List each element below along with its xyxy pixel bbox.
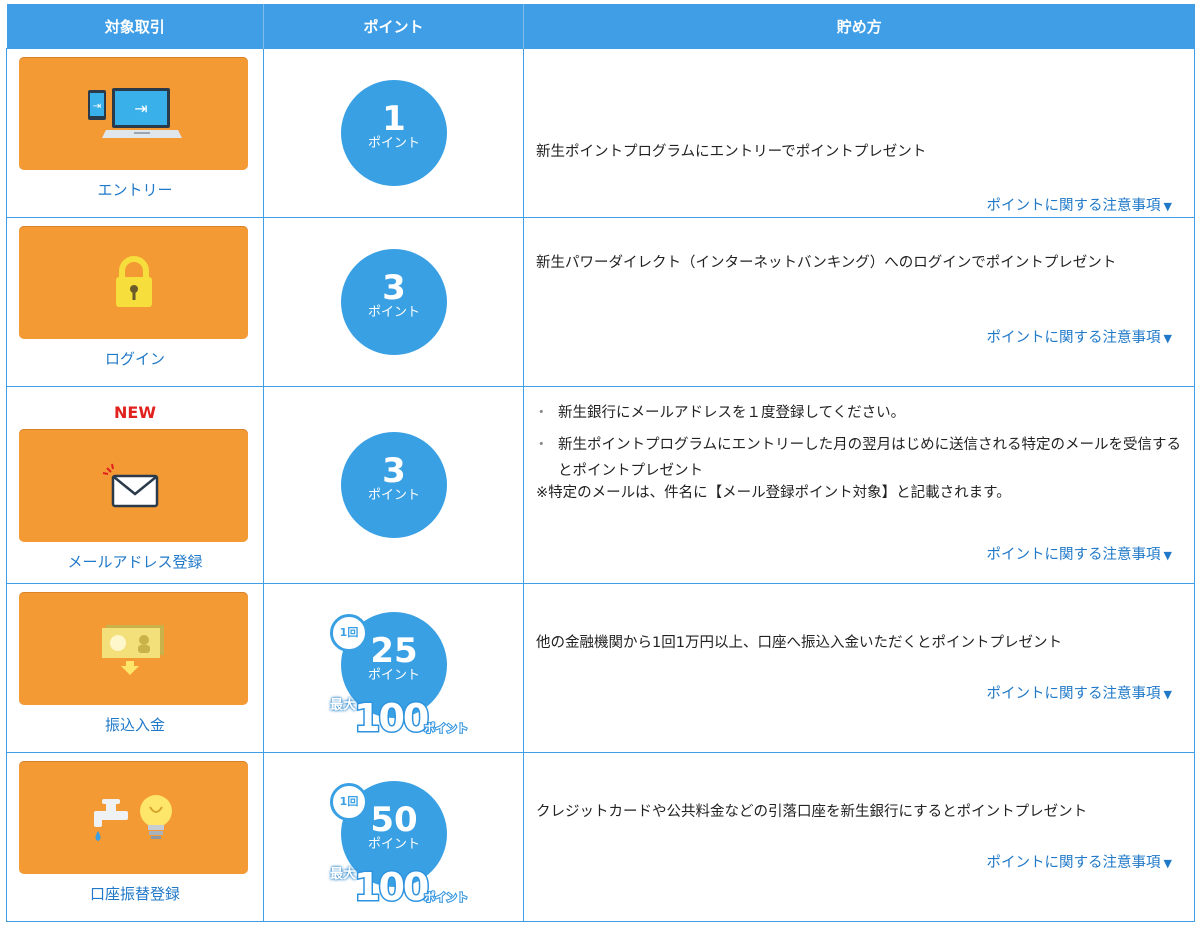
- points-badge: 1 ポイント: [341, 80, 447, 186]
- max-value: 100: [352, 864, 430, 911]
- header-points: ポイント: [263, 4, 524, 49]
- svg-text:⇥: ⇥: [92, 101, 100, 112]
- entry-devices-icon: ⇥ ⇥: [87, 87, 182, 138]
- description-text: クレジットカードや公共料金などの引落口座を新生銀行にするとポイントプレゼント: [536, 804, 1088, 820]
- points-value: 3: [382, 268, 406, 308]
- description-cell: 新生ポイントプログラムにエントリーでポイントプレゼント ポイントに関する注意事項…: [523, 48, 1195, 218]
- transaction-label[interactable]: メールアドレス登録: [7, 551, 263, 572]
- points-cell: 3 ポイント: [263, 217, 524, 387]
- notes-link-label: ポイントに関する注意事項: [986, 855, 1161, 871]
- description-cell: 新生パワーダイレクト（インターネットバンキング）へのログインでポイントプレゼント…: [523, 217, 1195, 387]
- transaction-label[interactable]: エントリー: [7, 179, 263, 200]
- points-table: 対象取引 ポイント 貯め方 ⇥ ⇥ エントリー 1 ポイント 新生ポイントプログ…: [6, 4, 1195, 922]
- notes-link-label: ポイントに関する注意事項: [986, 547, 1161, 563]
- arrow-down-icon: ▼: [1163, 688, 1172, 701]
- envelope-icon: [102, 463, 158, 507]
- description-cell: 新生銀行にメールアドレスを１度登録してください。 新生ポイントプログラムにエント…: [523, 386, 1195, 584]
- list-item: 新生銀行にメールアドレスを１度登録してください。: [534, 400, 1184, 426]
- points-unit: ポイント: [367, 305, 420, 320]
- max-label: 最大: [330, 867, 357, 882]
- notes-link-label: ポイントに関する注意事項: [986, 330, 1161, 346]
- table-header-row: 対象取引 ポイント 貯め方: [6, 4, 1195, 49]
- points-cell: 3 ポイント: [263, 386, 524, 584]
- notes-link-label: ポイントに関する注意事項: [986, 198, 1161, 214]
- table-row: ログイン 3 ポイント 新生パワーダイレクト（インターネットバンキング）へのログ…: [6, 217, 1195, 387]
- points-value: 1: [382, 99, 406, 139]
- description-text: 新生ポイントプログラムにエントリーでポイントプレゼント: [536, 144, 927, 160]
- points-unit: ポイント: [367, 668, 420, 683]
- notes-link[interactable]: ポイントに関する注意事項 ▼: [987, 194, 1172, 215]
- points-cell: 25 ポイント 1回 最大 100 ポイント: [263, 583, 524, 753]
- transaction-label[interactable]: 振込入金: [7, 714, 263, 735]
- faucet-bulb-icon: [93, 794, 172, 841]
- points-unit: ポイント: [367, 488, 420, 503]
- header-how-to-earn: 貯め方: [523, 4, 1195, 49]
- notes-link[interactable]: ポイントに関する注意事項 ▼: [987, 682, 1172, 703]
- per-time-badge: 1回: [330, 614, 368, 652]
- table-row: ⇥ ⇥ エントリー 1 ポイント 新生ポイントプログラムにエントリーでポイントプ…: [6, 48, 1195, 218]
- padlock-icon: [115, 255, 152, 307]
- points-value: 3: [382, 451, 406, 491]
- max-unit: ポイント: [423, 890, 469, 905]
- login-card[interactable]: [19, 226, 248, 339]
- arrow-down-icon: ▼: [1163, 549, 1172, 562]
- table-row: 振込入金 25 ポイント 1回 最大 100 ポイント 他の金融機関から1回1万: [6, 583, 1195, 753]
- description-list: 新生銀行にメールアドレスを１度登録してください。 新生ポイントプログラムにエント…: [534, 400, 1184, 490]
- notes-link[interactable]: ポイントに関する注意事項 ▼: [987, 326, 1172, 347]
- transaction-cell: NEW メールアドレス登録: [6, 386, 264, 584]
- transaction-cell: ログイン: [6, 217, 264, 387]
- new-badge: NEW: [114, 403, 156, 422]
- table-row: NEW メールアドレス登録 3 ポイント ・ 新生銀行にメールアドレスを１度登録…: [6, 386, 1195, 584]
- svg-text:⇥: ⇥: [134, 99, 147, 118]
- remark-text: ※特定のメールは、件名に【メール登録ポイント対象】と記載されます。: [536, 485, 1011, 501]
- points-cell: 1 ポイント: [263, 48, 524, 218]
- money-deposit-icon: [101, 624, 164, 675]
- description-text: 他の金融機関から1回1万円以上、口座へ振込入金いただくとポイントプレゼント: [536, 635, 1062, 651]
- header-target-transaction: 対象取引: [6, 4, 264, 49]
- max-value: 100: [352, 695, 430, 742]
- notes-link[interactable]: ポイントに関する注意事項 ▼: [987, 851, 1172, 872]
- points-unit: ポイント: [367, 136, 420, 151]
- max-label: 最大: [330, 698, 357, 713]
- points-badge: 3 ポイント: [341, 432, 447, 538]
- points-badge: 3 ポイント: [341, 249, 447, 355]
- deposit-card[interactable]: [19, 592, 248, 705]
- entry-card[interactable]: ⇥ ⇥: [19, 57, 248, 170]
- list-item: 新生ポイントプログラムにエントリーした月の翌月はじめに送信される特定のメールを受…: [534, 432, 1184, 484]
- arrow-down-icon: ▼: [1163, 332, 1172, 345]
- notes-link[interactable]: ポイントに関する注意事項 ▼: [987, 543, 1172, 564]
- email-card[interactable]: [19, 429, 248, 542]
- arrow-down-icon: ▼: [1163, 200, 1172, 213]
- description-cell: 他の金融機関から1回1万円以上、口座へ振込入金いただくとポイントプレゼント ポイ…: [523, 583, 1195, 753]
- account-transfer-card[interactable]: [19, 761, 248, 874]
- points-cell: 50 ポイント 1回 最大 100 ポイント: [263, 752, 524, 922]
- description-cell: クレジットカードや公共料金などの引落口座を新生銀行にするとポイントプレゼント ポ…: [523, 752, 1195, 922]
- description-text: 新生パワーダイレクト（インターネットバンキング）へのログインでポイントプレゼント: [536, 255, 1117, 271]
- max-unit: ポイント: [423, 721, 469, 736]
- transaction-label[interactable]: ログイン: [7, 348, 263, 369]
- arrow-down-icon: ▼: [1163, 857, 1172, 870]
- points-unit: ポイント: [367, 837, 420, 852]
- table-row: 口座振替登録 50 ポイント 1回 最大 100 ポイント クレジットカードや公: [6, 752, 1195, 922]
- per-time-badge: 1回: [330, 783, 368, 821]
- transaction-label[interactable]: 口座振替登録: [7, 883, 263, 904]
- notes-link-label: ポイントに関する注意事項: [986, 686, 1161, 702]
- points-table-container: 対象取引 ポイント 貯め方 ⇥ ⇥ エントリー 1 ポイント 新生ポイントプログ…: [6, 4, 1195, 922]
- transaction-cell: 振込入金: [6, 583, 264, 753]
- transaction-cell: ⇥ ⇥ エントリー: [6, 48, 264, 218]
- transaction-cell: 口座振替登録: [6, 752, 264, 922]
